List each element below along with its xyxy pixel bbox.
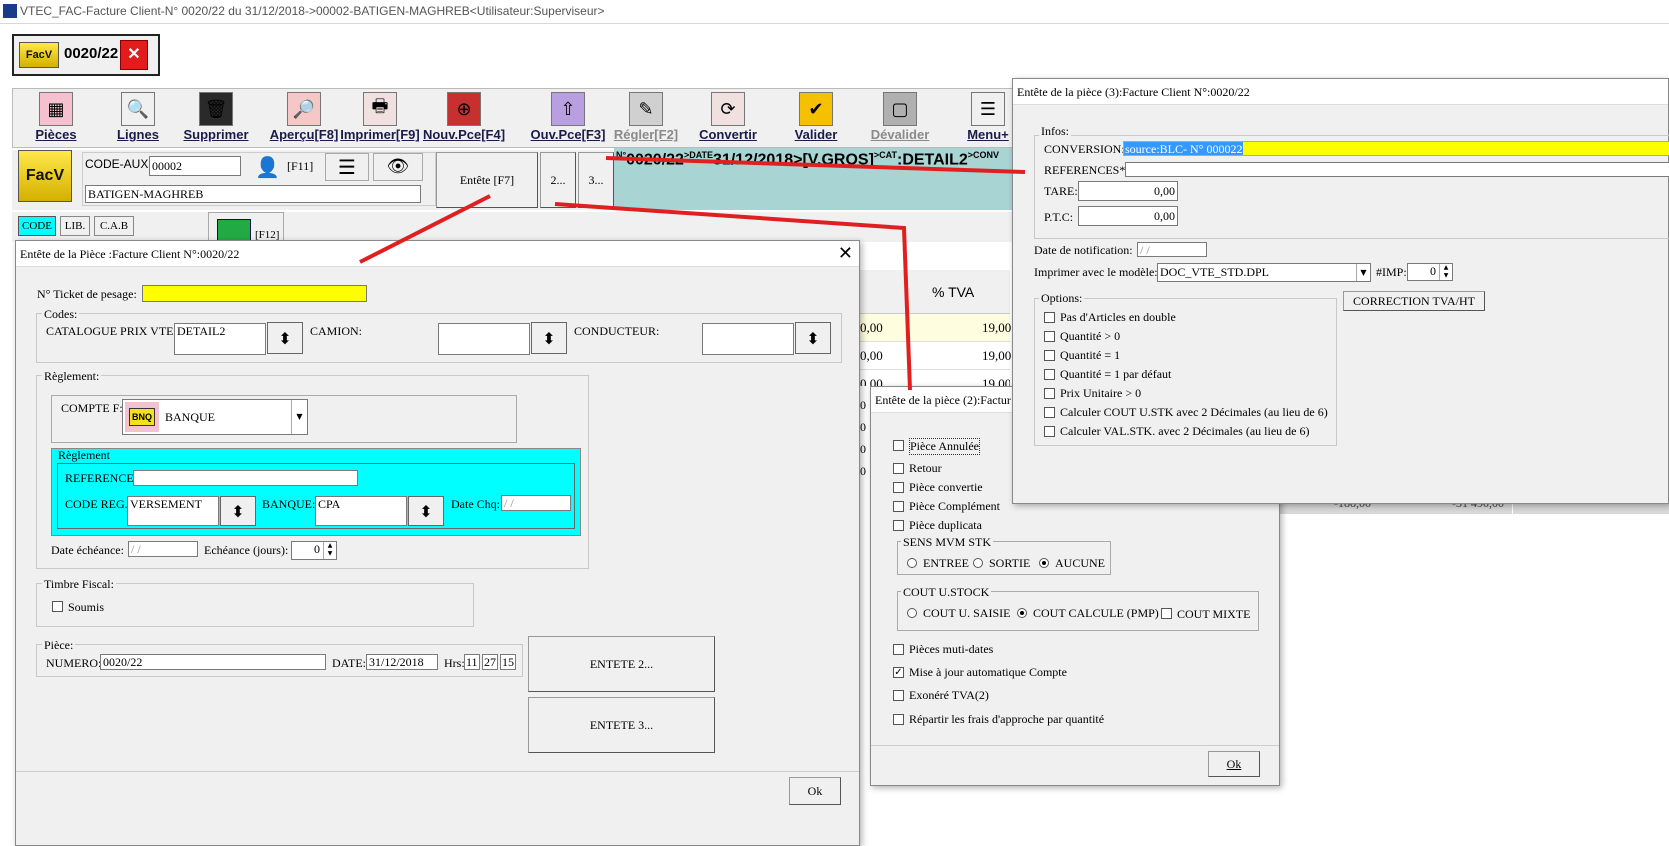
- annotation-line-2: [605, 156, 1026, 174]
- annotation-line-3: [554, 202, 912, 391]
- annotation-lines: [359, 156, 1026, 391]
- annotation-line-1: [359, 194, 491, 264]
